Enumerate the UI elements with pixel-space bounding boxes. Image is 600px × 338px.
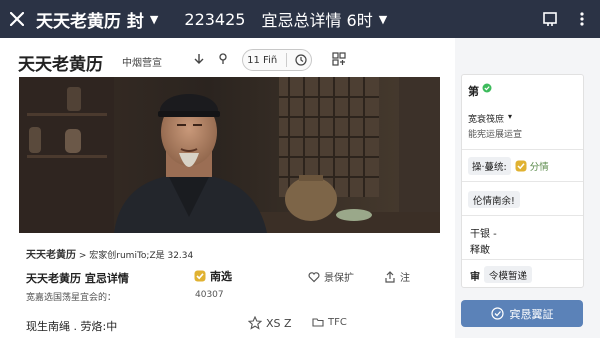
divider bbox=[462, 215, 583, 216]
time-pill[interactable]: 11 Fiñ bbox=[242, 49, 312, 71]
divider bbox=[285, 53, 287, 67]
side-line-5: 审 bbox=[470, 272, 480, 283]
side-tag-3[interactable]: 令模暂递 bbox=[484, 266, 533, 283]
side-line-4: 释敢 bbox=[470, 245, 490, 256]
side-panel: 第 宽衰筏庶 ▾ 能宪运展运宣 操·蔓统: 分情 伦情南余! 干银 - 释敢 审… bbox=[461, 74, 584, 288]
clock-icon bbox=[295, 54, 307, 66]
action-a-label: 景保扩 bbox=[324, 273, 354, 284]
green-check-icon bbox=[482, 83, 492, 96]
status-badge-label: 南选 bbox=[210, 270, 232, 283]
action-a[interactable]: 景保扩 bbox=[308, 269, 354, 284]
caption: 天天老黄历 > 宏家创rumiTo;Z是 32.34 bbox=[26, 246, 193, 261]
page-title: 天天老黄历 bbox=[18, 55, 103, 75]
check-icon bbox=[515, 160, 527, 171]
grid-share-icon[interactable] bbox=[330, 50, 348, 68]
download-icon[interactable] bbox=[190, 50, 208, 68]
divider bbox=[462, 149, 583, 150]
side-tag-3-label: 令模暂递 bbox=[489, 270, 528, 282]
check-icon bbox=[194, 270, 206, 282]
chevron-down-icon[interactable]: ▾ bbox=[508, 112, 512, 121]
side-title: 第 bbox=[468, 85, 479, 98]
share-icon bbox=[385, 270, 395, 283]
top-bar: 天天老黄历 封 ▼ 223425 宜忌总详情 6时 ▼ bbox=[0, 0, 600, 38]
star-icon bbox=[248, 316, 262, 330]
main-panel: 天天老黄历 中烟营宣 11 Fiñ 天天老黄历 > 宏家创rumiTo;Z是 3… bbox=[0, 38, 455, 338]
page-subtitle: 中烟营宣 bbox=[122, 58, 162, 69]
action-c[interactable]: XS Z bbox=[248, 316, 292, 330]
side-tag-2-label: 伦情南余! bbox=[473, 195, 515, 207]
sparkle-icon bbox=[490, 307, 504, 320]
topbar-detail: 宜忌总详情 6时 bbox=[261, 11, 373, 30]
close-icon bbox=[10, 12, 24, 26]
side-line-1: 宽衰筏庶 bbox=[468, 115, 505, 125]
divider bbox=[462, 181, 583, 182]
time-pill-text: 11 Fiñ bbox=[247, 54, 278, 66]
topbar-number: 223425 bbox=[184, 9, 246, 29]
more-icon[interactable] bbox=[572, 9, 592, 29]
action-c-label: XS Z bbox=[266, 316, 292, 330]
side-tag-1-label: 操·蔓统: bbox=[468, 156, 511, 175]
detail-footer-text: 现生南绳 . 劳烙:中 bbox=[26, 320, 118, 333]
divider bbox=[462, 259, 583, 260]
detail-number: 40307 bbox=[195, 290, 224, 300]
folder-icon bbox=[312, 318, 324, 327]
side-tag-1-value: 分情 bbox=[529, 161, 549, 173]
close-button[interactable] bbox=[0, 0, 34, 38]
status-badge[interactable]: 南选 bbox=[194, 268, 232, 284]
action-b[interactable]: 注 bbox=[384, 269, 410, 284]
caption-text: > 宏家创rumiTo;Z是 32.34 bbox=[78, 251, 194, 261]
detail-desc: 宽嘉选国荡星宜会的： bbox=[26, 293, 117, 303]
bookmark-window-icon[interactable] bbox=[540, 9, 560, 29]
side-tag-2[interactable]: 伦情南余! bbox=[468, 191, 520, 208]
heart-icon bbox=[308, 271, 320, 282]
app-title: 天天老黄历 封 bbox=[36, 11, 144, 32]
detail-title: 天天老黄历 宜忌详情 bbox=[26, 272, 129, 285]
portrait-photo bbox=[19, 77, 440, 233]
caption-brand: 天天老黄历 bbox=[26, 250, 76, 261]
action-d[interactable]: TFC bbox=[312, 316, 347, 328]
side-line-2: 能宪运展运宣 bbox=[468, 130, 523, 140]
side-line-3: 干银 - bbox=[470, 229, 497, 240]
action-b-label: 注 bbox=[400, 273, 410, 284]
primary-action-label: 宾恳翼証 bbox=[509, 307, 554, 321]
chevron-down-icon[interactable]: ▼ bbox=[379, 13, 387, 26]
action-d-label: TFC bbox=[328, 316, 347, 328]
chevron-down-icon[interactable]: ▼ bbox=[150, 13, 158, 26]
primary-action-button[interactable]: 宾恳翼証 bbox=[461, 300, 583, 327]
side-tag-1[interactable]: 操·蔓统: 分情 bbox=[468, 156, 549, 175]
pin-icon[interactable] bbox=[214, 50, 232, 68]
